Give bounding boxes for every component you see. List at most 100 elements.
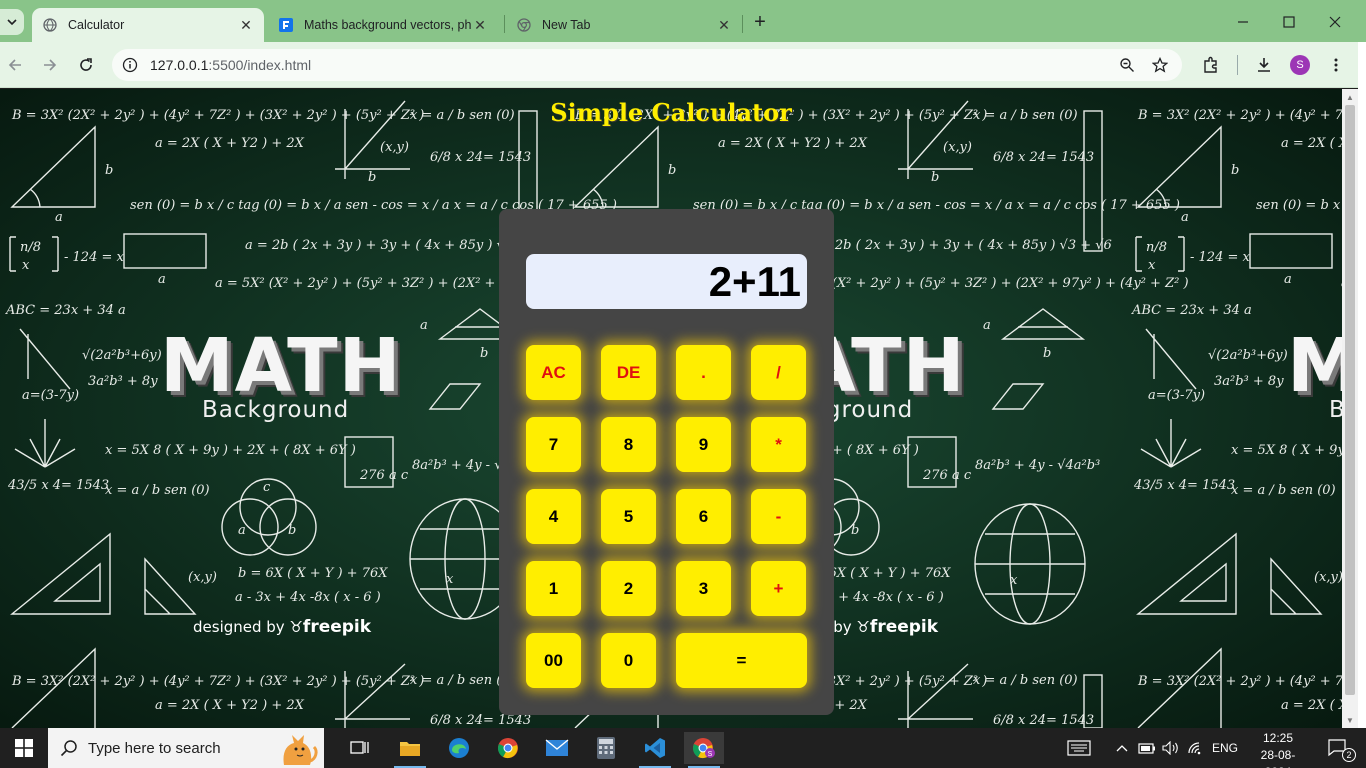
chrome-profile-button[interactable]: S (684, 732, 724, 768)
key-2[interactable]: 2 (601, 561, 656, 616)
maximize-button[interactable] (1266, 8, 1312, 36)
start-button[interactable] (0, 728, 48, 768)
vscode-button[interactable] (635, 732, 675, 768)
key-7[interactable]: 7 (526, 417, 581, 472)
zoom-icon[interactable] (1115, 53, 1139, 77)
key-delete[interactable]: DE (601, 345, 656, 400)
key-8[interactable]: 8 (601, 417, 656, 472)
maximize-icon (1283, 16, 1295, 28)
key-add[interactable]: + (751, 561, 806, 616)
network-indicator[interactable] (1185, 728, 1207, 768)
avatar: S (1290, 55, 1310, 75)
task-view-button[interactable] (340, 732, 380, 764)
cat-illustration-icon (283, 735, 318, 765)
tab-title: Calculator (68, 18, 125, 32)
scroll-down-icon[interactable]: ▼ (1345, 715, 1355, 725)
scroll-up-icon[interactable]: ▲ (1345, 92, 1355, 102)
show-hidden-icons-button[interactable] (1112, 728, 1132, 768)
language-indicator[interactable]: ENG (1210, 728, 1240, 768)
mail-button[interactable] (537, 732, 577, 764)
window-edge (1358, 42, 1366, 728)
site-info-icon[interactable] (118, 53, 142, 77)
freepik-logo-icon: ♉ (289, 618, 303, 636)
key-9[interactable]: 9 (676, 417, 731, 472)
freepik-credit: designed by ♉freepik (193, 617, 371, 637)
close-icon[interactable]: ✕ (472, 17, 488, 33)
plus-icon: + (754, 10, 766, 33)
tab-separator (504, 15, 505, 33)
tab-maths-background[interactable]: Maths background vectors, pho ✕ (268, 8, 498, 42)
keyboard-icon (1067, 740, 1091, 756)
key-6[interactable]: 6 (676, 489, 731, 544)
back-button[interactable] (1, 51, 29, 79)
key-subtract[interactable]: - (751, 489, 806, 544)
more-vertical-icon (1334, 58, 1338, 72)
key-4[interactable]: 4 (526, 489, 581, 544)
key-decimal[interactable]: . (676, 345, 731, 400)
tab-title: Maths background vectors, pho (304, 18, 472, 32)
url-path: :5500/index.html (208, 57, 312, 73)
background-watermark: Background (1329, 397, 1342, 423)
extensions-button[interactable] (1197, 51, 1225, 79)
edge-button[interactable] (439, 732, 479, 764)
chrome-button[interactable] (488, 732, 528, 764)
key-clear[interactable]: AC (526, 345, 581, 400)
key-5[interactable]: 5 (601, 489, 656, 544)
key-3[interactable]: 3 (676, 561, 731, 616)
close-icon (1329, 16, 1341, 28)
background-watermark: Background (202, 397, 350, 423)
bookmark-star-icon[interactable] (1148, 53, 1172, 77)
credit-brand: freepik (869, 617, 939, 637)
browser-toolbar: 127.0.0.1:5500/index.html S (0, 42, 1366, 88)
close-icon[interactable]: ✕ (716, 17, 732, 33)
key-multiply[interactable]: * (751, 417, 806, 472)
tab-calculator[interactable]: Calculator ✕ (32, 8, 264, 42)
battery-icon (1138, 743, 1155, 754)
address-bar[interactable]: 127.0.0.1:5500/index.html (112, 49, 1182, 81)
credit-prefix: designed by (193, 618, 285, 636)
edge-icon (449, 738, 469, 758)
tab-search-button[interactable] (0, 9, 24, 35)
taskbar-search[interactable]: Type here to search (48, 728, 324, 768)
key-divide[interactable]: / (751, 345, 806, 400)
url-host: 127.0.0.1 (150, 57, 209, 73)
close-window-button[interactable] (1312, 8, 1358, 36)
touch-keyboard-button[interactable] (1062, 728, 1096, 768)
clock-date: 28-08-2024 (1260, 748, 1296, 768)
chrome-icon (498, 738, 518, 759)
puzzle-icon (1204, 56, 1217, 73)
url-text[interactable]: 127.0.0.1:5500/index.html (150, 57, 311, 73)
close-icon[interactable]: ✕ (238, 17, 254, 33)
notification-count: 2 (1342, 748, 1356, 762)
key-00[interactable]: 00 (526, 633, 581, 688)
profile-button[interactable]: S (1286, 51, 1314, 79)
mail-icon (545, 739, 569, 756)
calculator-app-button[interactable] (586, 732, 626, 764)
tab-title: New Tab (542, 18, 591, 32)
notification-center-button[interactable]: 2 (1318, 728, 1358, 768)
forward-button[interactable] (36, 51, 64, 79)
math-watermark: MATH (160, 323, 402, 409)
new-tab-button[interactable]: + (748, 10, 772, 34)
key-0[interactable]: 0 (601, 633, 656, 688)
calculator-icon (597, 737, 615, 759)
menu-button[interactable] (1322, 51, 1350, 79)
freepik-icon (278, 17, 294, 33)
system-clock[interactable]: 12:25 28-08-2024 (1248, 730, 1308, 768)
tab-new-tab[interactable]: New Tab ✕ (506, 8, 742, 42)
downloads-button[interactable] (1250, 51, 1278, 79)
reload-button[interactable] (72, 51, 100, 79)
page-scrollbar[interactable]: ▲ ▼ (1342, 89, 1358, 728)
arrow-left-icon (8, 59, 21, 71)
battery-indicator[interactable] (1136, 728, 1158, 768)
tab-separator (742, 15, 743, 33)
chevron-up-icon (1116, 745, 1128, 752)
file-explorer-button[interactable] (390, 732, 430, 768)
folder-icon (400, 742, 420, 756)
key-equals[interactable]: = (676, 633, 807, 688)
volume-indicator[interactable] (1160, 728, 1182, 768)
scrollbar-thumb[interactable] (1345, 105, 1355, 695)
page-title: Simple Calculator (550, 98, 792, 127)
key-1[interactable]: 1 (526, 561, 581, 616)
minimize-button[interactable] (1220, 8, 1266, 36)
